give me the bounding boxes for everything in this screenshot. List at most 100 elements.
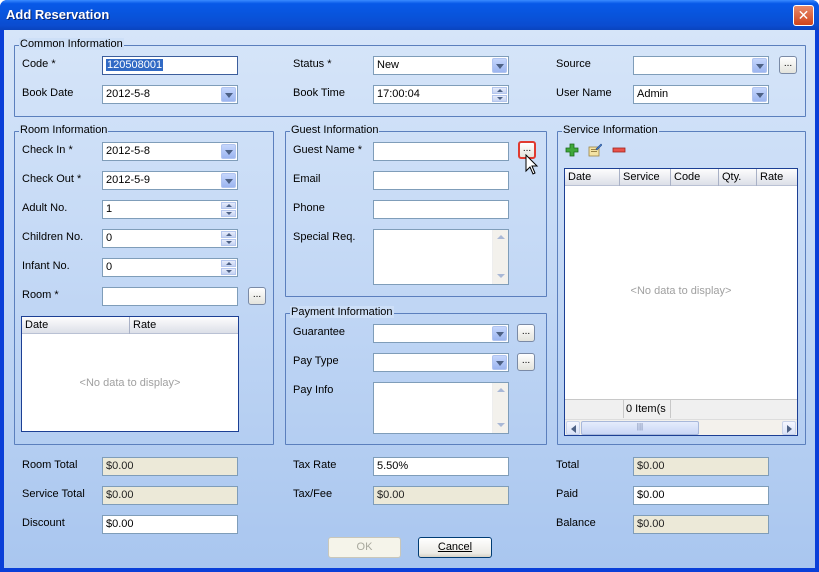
code-label: Code * xyxy=(22,58,56,70)
paid-label: Paid xyxy=(556,488,579,500)
infant-no-stepper[interactable]: 0 xyxy=(102,258,238,277)
service-grid-footer: 0 Item(s xyxy=(565,399,797,419)
chevron-down-icon[interactable] xyxy=(221,173,236,188)
total-value: $0.00 xyxy=(633,457,769,476)
room-browse-button[interactable]: ... xyxy=(248,287,266,305)
book-date-label: Book Date xyxy=(22,87,74,99)
add-icon[interactable] xyxy=(565,143,579,157)
code-input[interactable]: 120508001 xyxy=(102,56,238,75)
special-req-scrollbar[interactable] xyxy=(492,230,508,284)
book-date-picker[interactable]: 2012-5-8 xyxy=(102,85,238,104)
special-req-label: Special Req. xyxy=(293,231,356,243)
guest-name-input[interactable] xyxy=(373,142,509,161)
total-label: Total xyxy=(556,459,580,471)
scroll-thumb[interactable]: ||| xyxy=(581,421,699,435)
pay-info-label: Pay Info xyxy=(293,384,334,396)
spinner-arrows-icon[interactable] xyxy=(221,202,236,217)
phone-label: Phone xyxy=(293,202,325,214)
scroll-down-icon[interactable] xyxy=(494,269,508,283)
dialog-client-area: Common Information Code * 120508001 Stat… xyxy=(4,30,815,568)
chevron-down-icon[interactable] xyxy=(492,355,507,370)
scroll-up-icon[interactable] xyxy=(494,231,508,245)
guarantee-dropdown[interactable] xyxy=(373,324,509,343)
check-out-picker[interactable]: 2012-5-9 xyxy=(102,171,238,190)
edit-icon[interactable] xyxy=(588,143,602,157)
children-no-stepper[interactable]: 0 xyxy=(102,229,238,248)
discount-label: Discount xyxy=(22,517,65,529)
spinner-arrows-icon[interactable] xyxy=(221,260,236,275)
scroll-right-icon[interactable] xyxy=(782,421,796,435)
scroll-down-icon[interactable] xyxy=(494,418,508,432)
book-time-label: Book Time xyxy=(293,87,345,99)
service-grid-col-service[interactable]: Service xyxy=(620,169,671,186)
tax-rate-input[interactable]: 5.50% xyxy=(373,457,509,476)
email-input[interactable] xyxy=(373,171,509,190)
service-grid-empty-text: <No data to display> xyxy=(630,285,732,297)
status-dropdown[interactable]: New xyxy=(373,56,509,75)
discount-input[interactable]: $0.00 xyxy=(102,515,238,534)
status-label: Status * xyxy=(293,58,332,70)
close-icon: ✕ xyxy=(797,7,810,23)
children-no-label: Children No. xyxy=(22,231,84,243)
service-grid-col-qty[interactable]: Qty. xyxy=(719,169,757,186)
special-req-textarea[interactable] xyxy=(373,229,509,285)
chevron-down-icon[interactable] xyxy=(221,144,236,159)
scroll-up-icon[interactable] xyxy=(494,384,508,398)
adult-no-stepper[interactable]: 1 xyxy=(102,200,238,219)
guest-information-title: Guest Information xyxy=(290,124,380,136)
book-time-spinner[interactable]: 17:00:04 xyxy=(373,85,509,104)
check-in-label: Check In * xyxy=(22,144,73,156)
title-bar[interactable]: Add Reservation ✕ xyxy=(0,0,819,30)
remove-icon[interactable] xyxy=(612,143,626,157)
balance-label: Balance xyxy=(556,517,596,529)
pay-type-dropdown[interactable] xyxy=(373,353,509,372)
balance-value: $0.00 xyxy=(633,515,769,534)
service-grid-header: Date Service Code Qty. Rate xyxy=(565,169,797,186)
chevron-down-icon[interactable] xyxy=(752,87,767,102)
cancel-button[interactable]: Cancel xyxy=(418,537,492,558)
ok-button[interactable]: OK xyxy=(328,537,401,558)
pay-type-label: Pay Type xyxy=(293,355,339,367)
pay-type-browse-button[interactable]: ... xyxy=(517,353,535,371)
room-information-title: Room Information xyxy=(19,124,109,136)
room-grid-empty-text: <No data to display> xyxy=(79,377,181,389)
spinner-arrows-icon[interactable] xyxy=(221,231,236,246)
tax-rate-label: Tax Rate xyxy=(293,459,337,471)
service-grid[interactable]: Date Service Code Qty. Rate <No data to … xyxy=(564,168,798,436)
chevron-down-icon[interactable] xyxy=(752,58,767,73)
room-grid-col-date[interactable]: Date xyxy=(22,317,130,334)
room-label: Room * xyxy=(22,289,59,301)
service-grid-col-rate[interactable]: Rate xyxy=(757,169,797,186)
room-rate-grid[interactable]: Date Rate <No data to display> xyxy=(21,316,239,432)
source-dropdown[interactable] xyxy=(633,56,769,75)
pay-info-scrollbar[interactable] xyxy=(492,383,508,433)
user-name-label: User Name xyxy=(556,87,612,99)
chevron-down-icon[interactable] xyxy=(492,326,507,341)
chevron-down-icon[interactable] xyxy=(492,58,507,73)
payment-information-title: Payment Information xyxy=(290,306,394,318)
room-input[interactable] xyxy=(102,287,238,306)
adult-no-label: Adult No. xyxy=(22,202,68,214)
common-information-title: Common Information xyxy=(19,38,124,50)
room-total-label: Room Total xyxy=(22,459,78,471)
guest-name-label: Guest Name * xyxy=(293,144,363,156)
service-grid-col-code[interactable]: Code xyxy=(671,169,719,186)
scroll-left-icon[interactable] xyxy=(566,421,580,435)
chevron-down-icon[interactable] xyxy=(221,87,236,102)
pay-info-textarea[interactable] xyxy=(373,382,509,434)
add-reservation-window: Add Reservation ✕ Common Information Cod… xyxy=(0,0,819,572)
service-grid-hscrollbar[interactable]: ||| xyxy=(565,419,797,435)
user-name-dropdown[interactable]: Admin xyxy=(633,85,769,104)
spinner-arrows-icon[interactable] xyxy=(492,87,507,102)
phone-input[interactable] xyxy=(373,200,509,219)
paid-input[interactable]: $0.00 xyxy=(633,486,769,505)
infant-no-label: Infant No. xyxy=(22,260,70,272)
room-grid-col-rate[interactable]: Rate xyxy=(130,317,238,334)
close-button[interactable]: ✕ xyxy=(793,5,814,26)
room-total-value: $0.00 xyxy=(102,457,238,476)
service-grid-col-date[interactable]: Date xyxy=(565,169,620,186)
source-browse-button[interactable]: ... xyxy=(779,56,797,74)
mouse-cursor-icon xyxy=(525,154,539,175)
guarantee-browse-button[interactable]: ... xyxy=(517,324,535,342)
check-in-picker[interactable]: 2012-5-8 xyxy=(102,142,238,161)
